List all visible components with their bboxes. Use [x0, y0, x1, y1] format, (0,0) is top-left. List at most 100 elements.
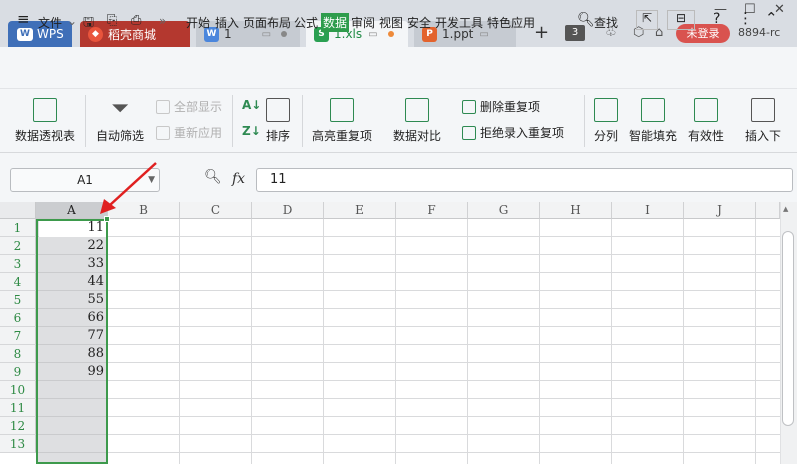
select-all-corner[interactable]	[0, 202, 36, 219]
validity-label: 有效性	[688, 129, 725, 143]
insert-down-button[interactable]: 插入下	[745, 98, 781, 144]
scrollbar-thumb[interactable]	[782, 231, 794, 426]
reapply-label: 重新应用	[174, 126, 223, 140]
column-header-c[interactable]: C	[180, 202, 252, 219]
help-icon[interactable]: ?	[713, 11, 720, 27]
autofilter-button[interactable]: ⏷ 自动筛选	[96, 98, 144, 144]
delete-duplicates-label: 删除重复项	[480, 100, 541, 114]
menu-data[interactable]: 数据	[321, 13, 350, 32]
collapse-ribbon-icon[interactable]: ⌃	[765, 9, 778, 27]
name-box[interactable]: A1 ▼	[10, 168, 160, 192]
ribbon-separator	[85, 95, 86, 147]
chevron-down-icon[interactable]: ⌄	[67, 14, 77, 28]
fx-icon[interactable]: fx	[232, 171, 245, 187]
ribbon-separator	[584, 95, 585, 147]
validity-button[interactable]: 有效性	[688, 98, 724, 144]
formula-input[interactable]: 11	[256, 168, 793, 192]
wps-logo-icon: W	[17, 27, 33, 41]
row-header[interactable]: 4	[0, 273, 36, 291]
row-header[interactable]: 5	[0, 291, 36, 309]
funnel-icon: ⏷	[111, 96, 129, 121]
data-compare-button[interactable]: 数据对比	[393, 98, 441, 144]
row-header[interactable]: 11	[0, 399, 36, 417]
hamburger-icon[interactable]: ≡	[17, 10, 30, 28]
zoom-lookup-icon[interactable]: 🔍︎	[204, 169, 222, 185]
search-label[interactable]: 查找	[594, 14, 618, 31]
column-header-i[interactable]: I	[612, 202, 684, 219]
share-icon[interactable]: ⇱	[636, 10, 658, 30]
menu-developer[interactable]: 开发工具	[435, 14, 483, 31]
print-icon[interactable]: ⎙	[131, 13, 141, 28]
fill-handle[interactable]	[104, 216, 110, 222]
menu-start[interactable]: 开始	[186, 14, 210, 31]
menu-bar	[0, 47, 797, 89]
row-header[interactable]: 2	[0, 237, 36, 255]
new-tab-icon[interactable]: +	[534, 22, 549, 43]
column-header-partial[interactable]	[756, 202, 780, 219]
pivot-table-button[interactable]: 数据透视表	[15, 98, 75, 144]
highlight-duplicates-button[interactable]: 高亮重复项	[312, 98, 372, 144]
menu-file[interactable]: 文件	[38, 14, 62, 31]
insert-down-label: 插入下	[745, 129, 782, 143]
row-header[interactable]: 1	[0, 219, 36, 237]
reapply-button[interactable]: 重新应用	[156, 124, 222, 141]
row-header[interactable]: 12	[0, 417, 36, 435]
column-header-b[interactable]: B	[108, 202, 180, 219]
sort-button[interactable]: 排序	[266, 98, 290, 144]
save-icon[interactable]: 🖫	[83, 13, 94, 35]
chevron-down-icon[interactable]: ▼	[148, 169, 155, 191]
export-icon[interactable]: ⎘	[107, 13, 117, 28]
column-header-j[interactable]: J	[684, 202, 756, 219]
sort-icon	[266, 98, 290, 122]
row-header[interactable]: 10	[0, 381, 36, 399]
menu-page-layout[interactable]: 页面布局	[243, 14, 291, 31]
reject-duplicates-icon	[462, 125, 476, 140]
menu-insert[interactable]: 插入	[215, 14, 239, 31]
smart-fill-label: 智能填充	[629, 129, 678, 143]
search-icon[interactable]: 🔍︎	[577, 12, 595, 28]
column-header-e[interactable]: E	[324, 202, 396, 219]
tab-label: 稻壳商城	[108, 27, 157, 42]
column-header-h[interactable]: H	[540, 202, 612, 219]
row-header[interactable]: 3	[0, 255, 36, 273]
column-header-f[interactable]: F	[396, 202, 468, 219]
reject-duplicates-label: 拒绝录入重复项	[480, 126, 565, 140]
column-header-g[interactable]: G	[468, 202, 540, 219]
cell-grid[interactable]	[36, 219, 780, 464]
smart-fill-button[interactable]: 智能填充	[629, 98, 677, 144]
name-box-value: A1	[77, 173, 93, 187]
pivot-table-label: 数据透视表	[15, 129, 76, 143]
column-header-d[interactable]: D	[252, 202, 324, 219]
sort-ascending-icon[interactable]: A↓	[242, 98, 261, 112]
show-all-button[interactable]: 全部显示	[156, 98, 222, 115]
ribbon-separator	[302, 95, 303, 147]
row-header[interactable]: 7	[0, 327, 36, 345]
row-header[interactable]: 6	[0, 309, 36, 327]
split-columns-icon	[594, 98, 618, 122]
user-id: 8894-rc	[738, 26, 781, 39]
sort-descending-icon[interactable]: Z↓	[242, 124, 261, 138]
insert-down-icon	[751, 98, 775, 122]
more-options-icon[interactable]: ⋮	[738, 9, 753, 27]
column-header-a[interactable]: A	[36, 202, 108, 219]
funnel-icon	[156, 125, 170, 140]
delete-duplicates-button[interactable]: 删除重复项	[462, 98, 540, 115]
scroll-up-icon[interactable]: ▲	[783, 205, 788, 213]
funnel-icon	[156, 99, 170, 114]
row-header[interactable]: 13	[0, 435, 36, 453]
menu-special[interactable]: 特色应用	[487, 14, 535, 31]
show-all-label: 全部显示	[174, 100, 223, 114]
more-icon[interactable]: »	[159, 14, 166, 28]
tag-icon[interactable]: ⊟	[667, 10, 695, 30]
menu-view[interactable]: 视图	[379, 14, 403, 31]
menu-security[interactable]: 安全	[407, 14, 431, 31]
ribbon-separator	[232, 95, 233, 147]
row-header[interactable]: 8	[0, 345, 36, 363]
menu-formula[interactable]: 公式	[294, 14, 318, 31]
delete-duplicates-icon	[462, 99, 476, 114]
split-columns-button[interactable]: 分列	[594, 98, 618, 144]
autofilter-label: 自动筛选	[96, 129, 145, 143]
menu-review[interactable]: 审阅	[351, 14, 375, 31]
reject-duplicates-button[interactable]: 拒绝录入重复项	[462, 124, 564, 141]
row-header[interactable]: 9	[0, 363, 36, 381]
